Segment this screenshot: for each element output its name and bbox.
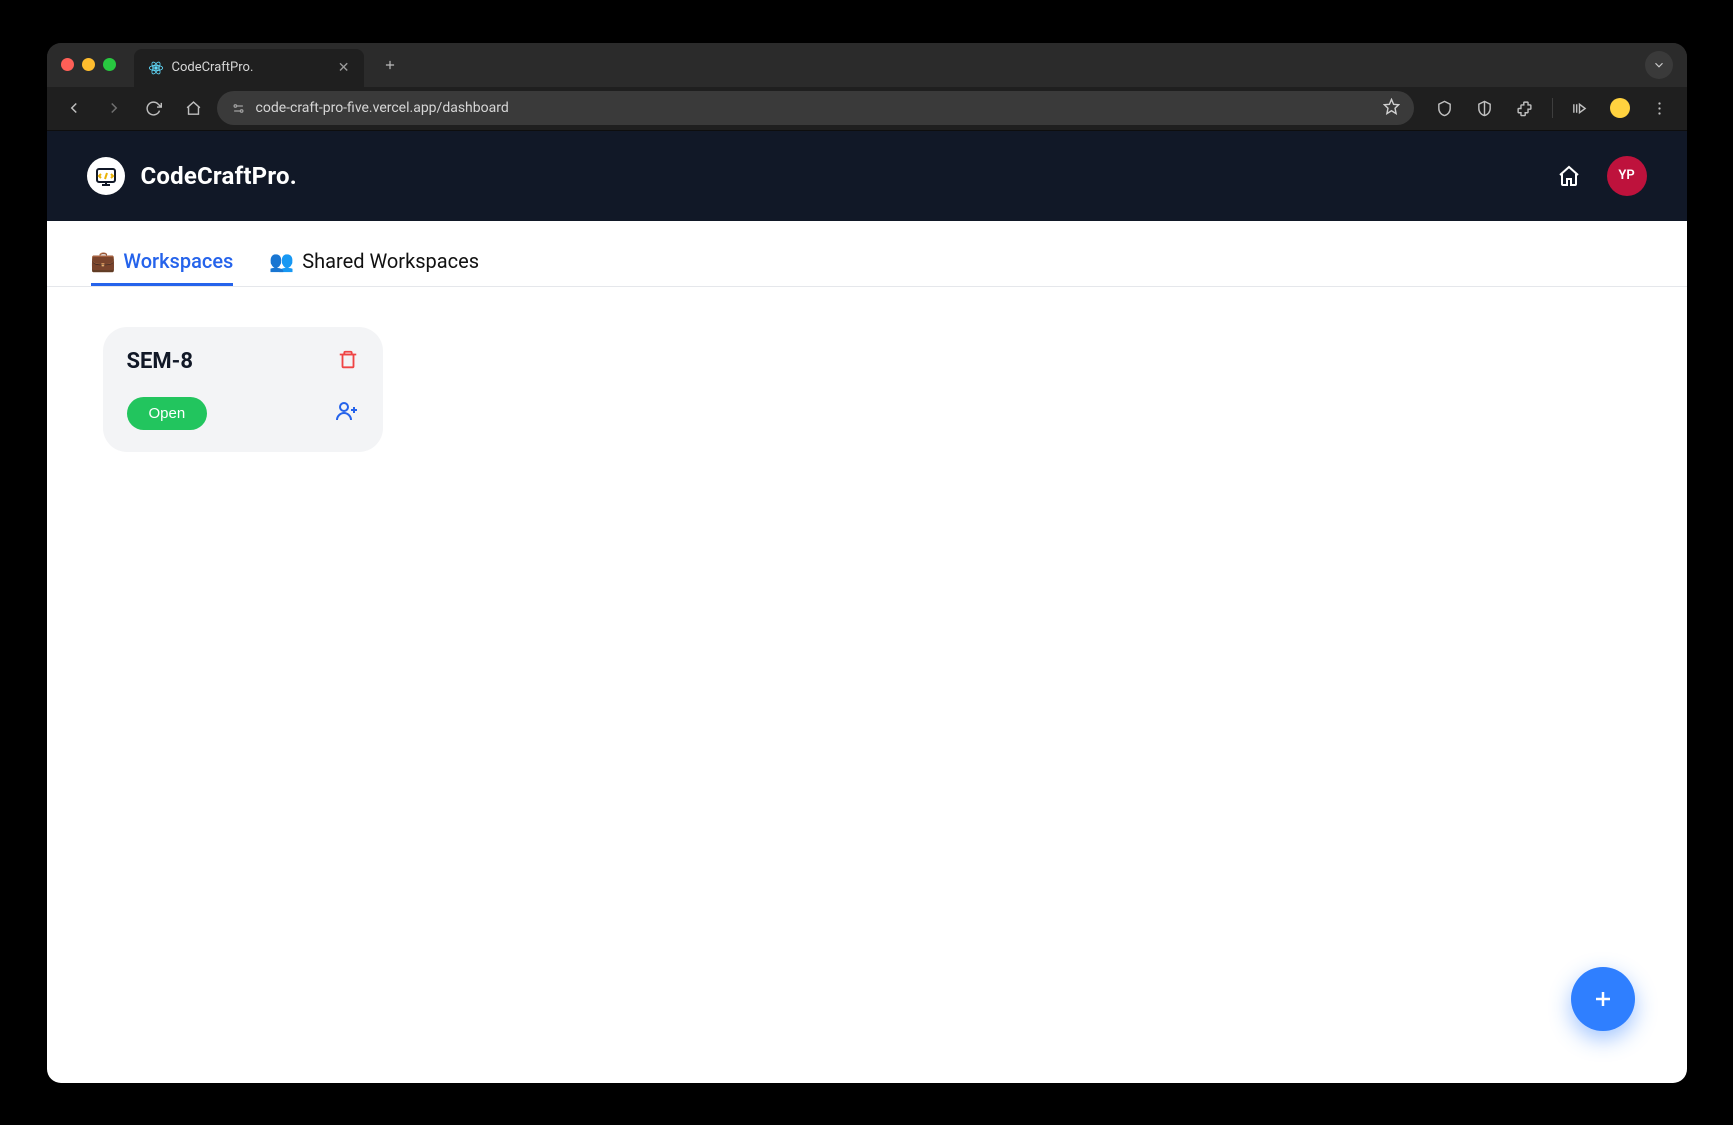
app-page: CodeCraftPro. YP 💼 Workspaces 👥 Shared W… — [47, 131, 1687, 1083]
brand[interactable]: CodeCraftPro. — [87, 157, 297, 195]
browser-menu-button[interactable] — [1643, 91, 1677, 125]
tab-workspaces-label: Workspaces — [123, 249, 233, 273]
create-workspace-fab[interactable] — [1571, 967, 1635, 1031]
site-info-icon[interactable] — [231, 101, 246, 116]
browser-titlebar: CodeCraftPro. ✕ — [47, 43, 1687, 87]
minimize-window-button[interactable] — [82, 58, 95, 71]
brand-name: CodeCraftPro. — [141, 162, 297, 190]
toolbar-right-cluster — [1420, 91, 1677, 125]
workspaces-grid: SEM-8 Open — [47, 287, 1687, 492]
briefcase-icon: 💼 — [91, 249, 116, 273]
home-button-browser[interactable] — [177, 91, 211, 125]
browser-toolbar: code-craft-pro-five.vercel.app/dashboard — [47, 87, 1687, 131]
workspace-tabs: 💼 Workspaces 👥 Shared Workspaces — [47, 221, 1687, 287]
home-button[interactable] — [1551, 158, 1587, 194]
browser-window: CodeCraftPro. ✕ — [47, 43, 1687, 1083]
tab-close-icon[interactable]: ✕ — [338, 60, 350, 76]
browser-tab[interactable]: CodeCraftPro. ✕ — [134, 49, 364, 87]
delete-workspace-button[interactable] — [337, 349, 359, 375]
forward-button[interactable] — [97, 91, 131, 125]
toolbar-separator — [1552, 98, 1553, 118]
workspace-card: SEM-8 Open — [103, 327, 383, 452]
shield-outline-icon[interactable] — [1468, 91, 1502, 125]
shield-icon[interactable] — [1428, 91, 1462, 125]
open-workspace-button[interactable]: Open — [127, 397, 208, 430]
workspace-title: SEM-8 — [127, 349, 193, 374]
people-icon: 👥 — [269, 249, 294, 273]
avatar-initials: YP — [1618, 168, 1634, 183]
address-bar-url: code-craft-pro-five.vercel.app/dashboard — [256, 100, 1373, 116]
close-window-button[interactable] — [61, 58, 74, 71]
tab-workspaces[interactable]: 💼 Workspaces — [91, 249, 234, 286]
tabs-dropdown-button[interactable] — [1645, 51, 1673, 79]
media-control-icon[interactable] — [1563, 91, 1597, 125]
address-bar[interactable]: code-craft-pro-five.vercel.app/dashboard — [217, 91, 1414, 125]
browser-profile-button[interactable] — [1603, 91, 1637, 125]
react-icon — [148, 60, 164, 76]
reload-button[interactable] — [137, 91, 171, 125]
maximize-window-button[interactable] — [103, 58, 116, 71]
extensions-icon[interactable] — [1508, 91, 1542, 125]
tab-shared-workspaces-label: Shared Workspaces — [302, 249, 479, 273]
add-collaborator-button[interactable] — [335, 399, 359, 427]
tab-title: CodeCraftPro. — [172, 60, 254, 75]
user-avatar[interactable]: YP — [1607, 156, 1647, 196]
brand-logo-icon — [87, 157, 125, 195]
back-button[interactable] — [57, 91, 91, 125]
window-controls — [61, 58, 116, 71]
tab-shared-workspaces[interactable]: 👥 Shared Workspaces — [269, 249, 479, 286]
app-header: CodeCraftPro. YP — [47, 131, 1687, 221]
new-tab-button[interactable] — [376, 51, 404, 79]
bookmark-icon[interactable] — [1383, 98, 1400, 119]
